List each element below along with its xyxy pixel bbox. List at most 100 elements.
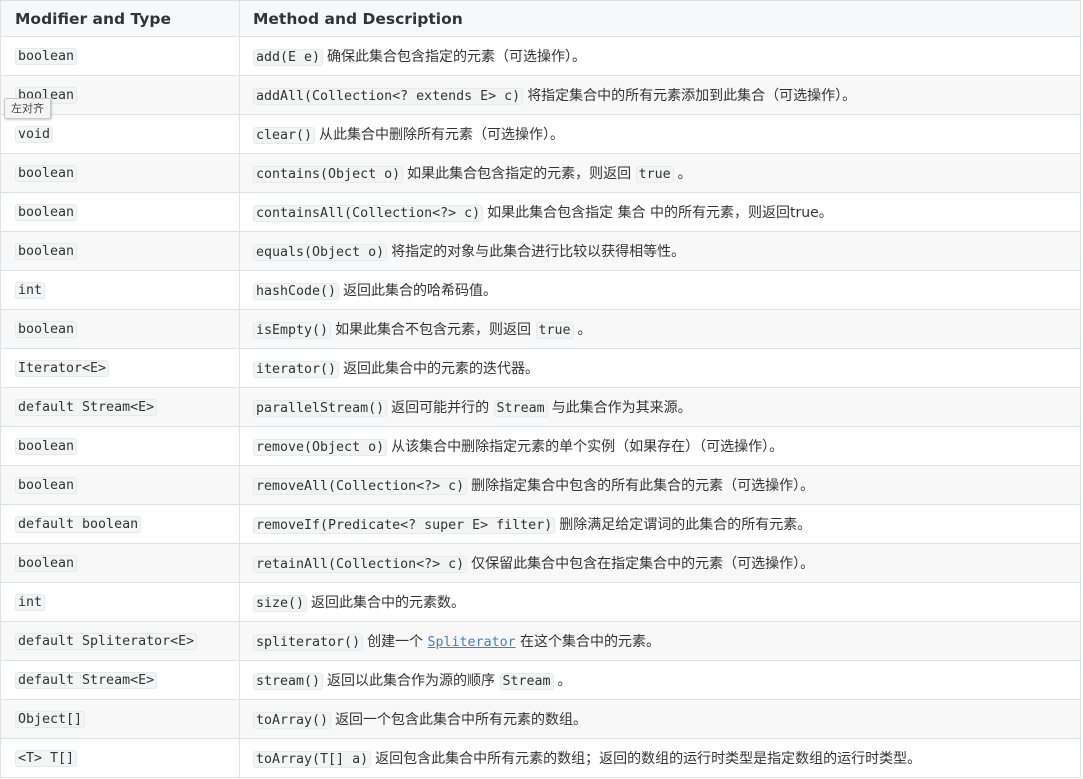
method-cell: toArray(T[] a) 返回包含此集合中所有元素的数组；返回的数组的运行时类… — [239, 738, 1081, 778]
type-cell: int — [0, 270, 240, 310]
method-cell: isEmpty() 如果此集合不包含元素，则返回 true。 — [239, 309, 1081, 349]
table-row: default Stream<E> parallelStream() 返回可能并行的… — [0, 387, 1081, 427]
return-type: boolean — [15, 438, 78, 455]
method-description: 确保此集合包含指定的元素（可选操作）。 — [327, 49, 587, 65]
method-cell: toArray() 返回一个包含此集合中所有元素的数组。 — [239, 699, 1081, 739]
inline-code: Stream — [493, 400, 548, 417]
method-signature: remove(Object o) — [253, 439, 388, 456]
header-modifier-type: Modifier and Type — [0, 0, 240, 37]
spliterator-link[interactable]: Spliterator — [428, 635, 516, 650]
return-type: boolean — [15, 165, 78, 182]
method-cell: stream() 返回以此集合作为源的顺序 Stream。 — [239, 660, 1081, 700]
return-type: boolean — [15, 243, 78, 260]
method-cell: removeIf(Predicate<? super E> filter) 删除满… — [239, 504, 1081, 544]
method-cell: add(E e) 确保此集合包含指定的元素（可选操作）。 — [239, 36, 1081, 76]
type-cell: boolean — [0, 543, 240, 583]
type-cell: boolean — [0, 465, 240, 505]
table-row: default Spliterator<E> spliterator() 创建一个 … — [0, 621, 1081, 661]
return-type: Iterator<E> — [15, 360, 110, 377]
method-signature: parallelStream() — [253, 400, 388, 417]
method-cell: hashCode() 返回此集合的哈希码值。 — [239, 270, 1081, 310]
header-method-description: Method and Description — [239, 0, 1081, 37]
method-signature: hashCode() — [253, 283, 340, 300]
method-description: 返回此集合的哈希码值。 — [343, 283, 498, 299]
inline-code: true — [535, 322, 574, 339]
method-signature: add(E e) — [253, 49, 324, 66]
type-cell: default Stream<E> — [0, 660, 240, 700]
method-signature: spliterator() — [253, 634, 364, 651]
method-description: 将指定的对象与此集合进行比较以获得相等性。 — [391, 244, 686, 260]
method-signature: iterator() — [253, 361, 340, 378]
method-description: 返回此集合中的元素数。 — [311, 595, 466, 611]
table-row: int hashCode() 返回此集合的哈希码值。 — [0, 270, 1081, 310]
return-type: default Stream<E> — [15, 399, 158, 416]
method-description: 从该集合中删除指定元素的单个实例（如果存在）（可选操作）。 — [391, 439, 784, 455]
inline-code: true — [635, 166, 674, 183]
method-cell: parallelStream() 返回可能并行的 Stream 与此集合作为其来源。 — [239, 387, 1081, 427]
method-description-tail: 。 — [677, 166, 692, 182]
method-description: 仅保留此集合中包含在指定集合中的元素（可选操作）。 — [471, 556, 815, 572]
return-type: boolean — [15, 477, 78, 494]
type-cell: default Spliterator<E> — [0, 621, 240, 661]
align-left-tooltip: 左对齐 — [4, 98, 51, 119]
method-signature: contains(Object o) — [253, 166, 404, 183]
method-cell: iterator() 返回此集合中的元素的迭代器。 — [239, 348, 1081, 388]
method-signature: removeAll(Collection<?> c) — [253, 478, 468, 495]
table-row: boolean removeAll(Collection<?> c) 删除指定集合中… — [0, 465, 1081, 505]
type-cell: default boolean — [0, 504, 240, 544]
method-cell: removeAll(Collection<?> c) 删除指定集合中包含的所有此集… — [239, 465, 1081, 505]
table-row: default boolean removeIf(Predicate<? supe… — [0, 504, 1081, 544]
return-type: Object[] — [15, 711, 86, 728]
table-row: <T> T[] toArray(T[] a) 返回包含此集合中所有元素的数组；返回的… — [0, 738, 1081, 778]
method-description-tail: 与此集合作为其来源。 — [551, 400, 692, 416]
method-description: 删除指定集合中包含的所有此集合的元素（可选操作）。 — [471, 478, 815, 494]
method-signature: addAll(Collection<? extends E> c) — [253, 88, 524, 105]
return-type: int — [15, 594, 46, 611]
method-description: 如果此集合包含指定的元素，则返回 — [407, 166, 632, 182]
method-description: 删除满足给定谓词的此集合的所有元素。 — [559, 517, 812, 533]
type-cell: Iterator<E> — [0, 348, 240, 388]
method-cell: equals(Object o) 将指定的对象与此集合进行比较以获得相等性。 — [239, 231, 1081, 271]
return-type: default boolean — [15, 516, 142, 533]
method-description-tail: 。 — [557, 673, 572, 689]
type-cell: boolean — [0, 153, 240, 193]
table-row: boolean equals(Object o) 将指定的对象与此集合进行比较以获得… — [0, 231, 1081, 271]
type-cell: Object[] — [0, 699, 240, 739]
type-cell: void — [0, 114, 240, 154]
method-description: 返回包含此集合中所有元素的数组；返回的数组的运行时类型是指定数组的运行时类型。 — [375, 751, 922, 767]
return-type: default Spliterator<E> — [15, 633, 198, 650]
method-cell: retainAll(Collection<?> c) 仅保留此集合中包含在指定集合… — [239, 543, 1081, 583]
method-cell: spliterator() 创建一个 Spliterator 在这个集合中的元素。 — [239, 621, 1081, 661]
return-type: boolean — [15, 555, 78, 572]
type-cell: int — [0, 582, 240, 622]
method-description: 返回以此集合作为源的顺序 — [327, 673, 496, 689]
return-type: <T> T[] — [15, 750, 78, 767]
method-description: 返回此集合中的元素的迭代器。 — [343, 361, 540, 377]
method-signature: equals(Object o) — [253, 244, 388, 261]
method-cell: clear() 从此集合中删除所有元素（可选操作）。 — [239, 114, 1081, 154]
return-type: void — [15, 126, 54, 143]
type-cell: default Stream<E> — [0, 387, 240, 427]
method-signature: toArray(T[] a) — [253, 751, 372, 768]
method-signature: size() — [253, 595, 308, 612]
return-type: boolean — [15, 321, 78, 338]
method-description: 返回一个包含此集合中所有元素的数组。 — [335, 712, 588, 728]
method-signature: toArray() — [253, 712, 332, 729]
return-type: boolean — [15, 48, 78, 65]
table-row: boolean contains(Object o) 如果此集合包含指定的元素，则返… — [0, 153, 1081, 193]
method-signature: removeIf(Predicate<? super E> filter) — [253, 517, 556, 534]
method-description: 将指定集合中的所有元素添加到此集合（可选操作）。 — [527, 88, 857, 104]
type-cell: <T> T[] — [0, 738, 240, 778]
return-type: int — [15, 282, 46, 299]
method-description-tail: 在这个集合中的元素。 — [520, 634, 661, 650]
table-row: boolean addAll(Collection<? extends E> c)… — [0, 75, 1081, 115]
table-row: boolean retainAll(Collection<?> c) 仅保留此集合中… — [0, 543, 1081, 583]
method-signature: retainAll(Collection<?> c) — [253, 556, 468, 573]
method-description: 如果此集合包含指定 集合 中的所有元素，则返回true。 — [487, 205, 833, 221]
method-cell: remove(Object o) 从该集合中删除指定元素的单个实例（如果存在）（可… — [239, 426, 1081, 466]
type-cell: boolean — [0, 426, 240, 466]
table-row: boolean add(E e) 确保此集合包含指定的元素（可选操作）。 — [0, 36, 1081, 76]
type-cell: boolean — [0, 309, 240, 349]
type-cell: boolean — [0, 192, 240, 232]
return-type: default Stream<E> — [15, 672, 158, 689]
